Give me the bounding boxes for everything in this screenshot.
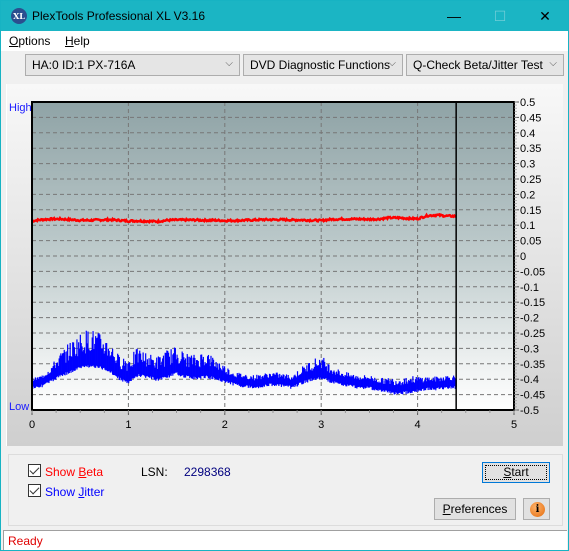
- preferences-label: references: [450, 502, 508, 516]
- x-tick-label: 2: [222, 419, 228, 431]
- y-tick-label: -0.1: [520, 282, 539, 294]
- show-jitter-prefix: Show: [45, 485, 79, 499]
- y-tick-label: 0.2: [520, 189, 535, 201]
- x-tick-label: 5: [511, 419, 517, 431]
- y-tick-label: -0.35: [520, 359, 545, 371]
- show-beta-rest: eta: [86, 465, 104, 479]
- y-tick-label: -0.25: [520, 328, 545, 340]
- preferences-accel: P: [442, 502, 451, 516]
- y-tick-label: 0.25: [520, 174, 541, 186]
- focus-rect: [485, 465, 547, 480]
- x-tick-label: 4: [415, 419, 421, 431]
- y-tick-label: 0.45: [520, 112, 541, 124]
- y-tick-label: 0.1: [520, 220, 535, 232]
- y-tick-label: 0.5: [520, 97, 535, 109]
- preferences-button[interactable]: Preferences: [434, 498, 516, 520]
- start-button[interactable]: Start: [482, 462, 550, 483]
- info-button[interactable]: i: [523, 498, 550, 520]
- info-icon: i: [530, 502, 545, 517]
- y-tick-label: 0: [520, 251, 526, 263]
- y-tick-label: 0.4: [520, 128, 535, 140]
- y-tick-label: -0.15: [520, 297, 545, 309]
- app-window: XL PlexTools Professional XL V3.16 — ☐ ✕…: [0, 0, 569, 551]
- show-beta-label[interactable]: Show Beta: [45, 465, 103, 479]
- y-tick-label: 0.15: [520, 205, 541, 217]
- y-tick-label: 0.05: [520, 236, 541, 248]
- x-axis: 0 1 2 3 4 5: [29, 410, 517, 431]
- lsn-value: 2298368: [184, 465, 231, 479]
- y-tick-label: -0.05: [520, 266, 545, 278]
- y-tick-label: 0.3: [520, 159, 535, 171]
- status-text: Ready: [8, 534, 43, 548]
- y-tick-label: -0.3: [520, 343, 539, 355]
- x-tick-label: 3: [318, 419, 324, 431]
- lsn-label: LSN:: [141, 465, 168, 479]
- y-axis: 0.5 0.45 0.4 0.35 0.3 0.25 0.2 0.15 0.1 0.05 0 -0.0…: [514, 97, 545, 417]
- y-tick-label: -0.2: [520, 313, 539, 325]
- y-tick-label: -0.5: [520, 405, 539, 417]
- y-tick-label: 0.35: [520, 143, 541, 155]
- show-jitter-label[interactable]: Show Jitter: [45, 485, 104, 499]
- show-jitter-rest: itter: [84, 485, 105, 499]
- show-jitter-checkbox[interactable]: [28, 484, 41, 497]
- x-tick-label: 1: [125, 419, 131, 431]
- x-tick-label: 0: [29, 419, 35, 431]
- y-tick-label: -0.4: [520, 374, 539, 386]
- show-beta-checkbox[interactable]: [28, 464, 41, 477]
- show-beta-prefix: Show: [45, 465, 79, 479]
- y-tick-label: -0.45: [520, 390, 545, 402]
- status-bar: Ready: [3, 530, 567, 550]
